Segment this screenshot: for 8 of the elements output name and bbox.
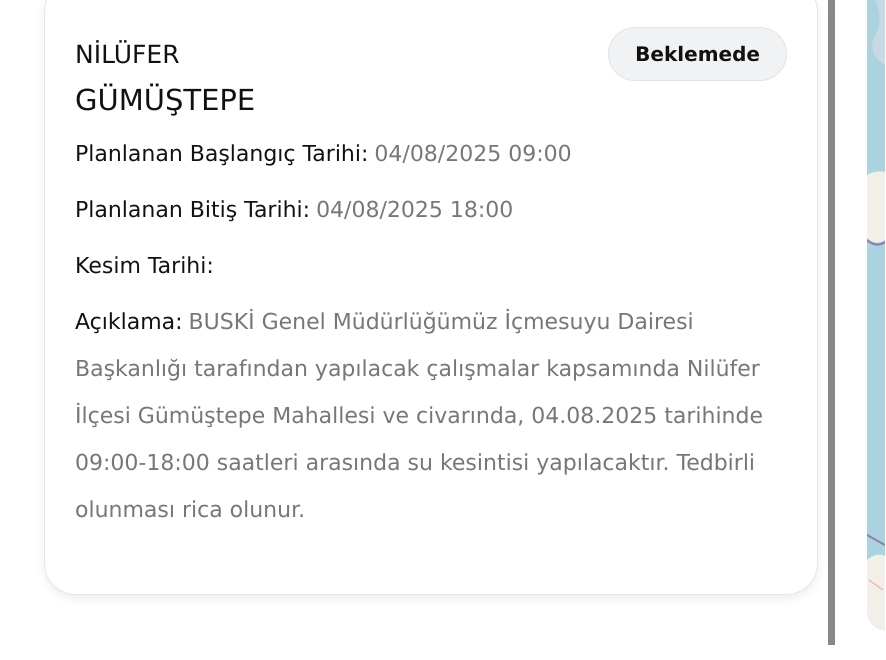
status-badge: Beklemede [608, 27, 787, 81]
detail-text: Açıklama: BUSKİ Genel Müdürlüğümüz İçmesuyu Dairesi Başkanlığı tarafından yapılacak çalışmalar kapsamında Nilüfer İlçesi Gümüştepe Mahallesi ve civarında, 04.08.2025 tarihinde 09:00-18:00 saatleri arasında su kesintisi yapılacaktır. Tedbirli olunması rica olunur. [75, 308, 764, 525]
district-name: NİLÜFER [75, 40, 180, 68]
detail-text: Planlanan Bitiş Tarihi: 04/08/2025 18:00 [75, 197, 514, 225]
detail-text: Planlanan Başlangıç Tarihi: 04/08/2025 09:00 [75, 141, 573, 169]
neighborhood-title: GÜMÜŞTEPE [75, 83, 256, 117]
detail-text: Kesim Tarihi: [75, 253, 215, 281]
scrollbar[interactable] [828, 0, 835, 645]
